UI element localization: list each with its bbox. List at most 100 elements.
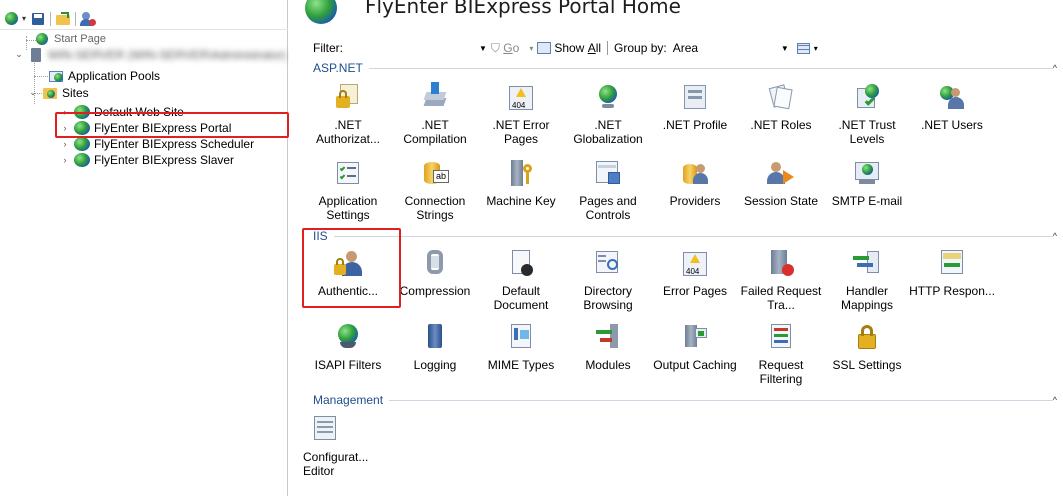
feature-label: .NET Users <box>921 118 983 132</box>
users-icon <box>936 82 968 114</box>
chevron-down-icon[interactable]: ⌄ <box>28 87 38 98</box>
feature-compression[interactable]: Compression <box>392 248 478 298</box>
tree-item-label: Application Pools <box>68 68 161 83</box>
feature-logging[interactable]: Logging <box>392 322 478 372</box>
feature-http-response-headers[interactable]: HTTP Respon... <box>909 248 995 298</box>
connect-globe-icon[interactable] <box>4 11 20 27</box>
feature-net-profile[interactable]: .NET Profile <box>652 82 738 132</box>
tree-item-site-selected[interactable]: › FlyEnter BIExpress Portal <box>60 119 231 136</box>
chevron-right-icon[interactable]: › <box>60 139 70 149</box>
chevron-up-icon[interactable]: ^ <box>1053 395 1057 405</box>
up-folder-icon[interactable] <box>55 11 71 27</box>
feature-failed-request-tracing[interactable]: Failed Request Tra... <box>738 248 824 312</box>
page-title: FlyEnter BIExpress Portal Home <box>365 0 681 18</box>
section-management-header[interactable]: Management ^ <box>313 392 1057 408</box>
feature-label: .NET Compilation <box>403 118 467 146</box>
feature-directory-browsing[interactable]: Directory Browsing <box>565 248 651 312</box>
feature-net-authorization[interactable]: .NET Authorizat... <box>305 82 391 146</box>
feature-label: .NET Roles <box>750 118 812 132</box>
feature-output-caching[interactable]: Output Caching <box>652 322 738 372</box>
feature-net-compilation[interactable]: .NET Compilation <box>392 82 478 146</box>
feature-net-globalization[interactable]: .NET Globalization <box>565 82 651 146</box>
feature-default-document[interactable]: Default Document <box>478 248 564 312</box>
group-by-value: Area <box>672 41 699 55</box>
show-all-label-rest: ll <box>595 41 602 55</box>
feature-isapi-filters[interactable]: ISAPI Filters <box>305 322 391 372</box>
globe-icon <box>592 82 624 114</box>
feature-net-users[interactable]: .NET Users <box>909 82 995 132</box>
tree-item-label: Sites <box>62 85 89 100</box>
show-all-button[interactable]: Show All <box>537 41 601 55</box>
feature-mime-types[interactable]: MIME Types <box>478 322 564 372</box>
feature-label: Session State <box>743 194 819 208</box>
profile-window-icon <box>679 82 711 114</box>
mime-types-icon <box>505 322 537 354</box>
chevron-up-icon[interactable]: ^ <box>1053 231 1057 241</box>
failed-request-icon <box>765 248 797 280</box>
feature-request-filtering[interactable]: Request Filtering <box>738 322 824 386</box>
tree-item-site[interactable]: › FlyEnter BIExpress Slaver <box>60 151 234 168</box>
tree-item-server[interactable]: ⌄ WIN-SERVER (WIN-SERVER\Administrator) <box>14 46 286 63</box>
pages-controls-icon <box>592 158 624 190</box>
chevron-down-icon[interactable]: ⌄ <box>14 49 24 60</box>
error-badge-text: 404 <box>686 267 700 276</box>
tree-item-start-page[interactable]: Start Page <box>30 30 106 47</box>
settings-list-icon <box>332 158 364 190</box>
go-button[interactable]: ⛉ Go <box>491 41 519 56</box>
chevron-up-icon[interactable]: ^ <box>1053 63 1057 73</box>
feature-session-state[interactable]: Session State <box>738 158 824 208</box>
chevron-down-icon[interactable]: ▾ <box>529 44 533 53</box>
tree-item-site[interactable]: › Default Web Site <box>60 103 184 120</box>
view-mode-button[interactable]: ▾ <box>796 42 822 54</box>
features-content: ASP.NET ^ .NET Authorizat... .NET Compil… <box>289 58 1063 496</box>
feature-smtp-email[interactable]: SMTP E-mail <box>824 158 910 208</box>
tree-item-site[interactable]: › FlyEnter BIExpress Scheduler <box>60 135 254 152</box>
feature-configuration-editor[interactable]: Configurat... Editor <box>303 414 377 478</box>
feature-label: .NET Trust Levels <box>838 118 896 146</box>
feature-ssl-settings[interactable]: SSL Settings <box>824 322 910 372</box>
feature-application-settings[interactable]: Application Settings <box>305 158 391 222</box>
roles-cards-icon <box>765 82 797 114</box>
tree-item-label: Start Page <box>54 32 106 45</box>
section-aspnet-header[interactable]: ASP.NET ^ <box>313 60 1057 76</box>
chevron-right-icon[interactable]: › <box>60 155 70 165</box>
chevron-right-icon[interactable]: › <box>60 123 70 133</box>
chevron-down-icon: ▼ <box>780 43 789 53</box>
feature-net-trust-levels[interactable]: .NET Trust Levels <box>824 82 910 146</box>
directory-browsing-icon <box>592 248 624 280</box>
authentication-lock-user-icon <box>332 248 364 280</box>
section-divider <box>389 399 1053 401</box>
tree-item-label: WIN-SERVER (WIN-SERVER\Administrator) <box>48 47 287 62</box>
output-caching-icon <box>679 322 711 354</box>
feature-net-error-pages[interactable]: 404 .NET Error Pages <box>478 82 564 146</box>
feature-providers[interactable]: Providers <box>652 158 738 208</box>
feature-handler-mappings[interactable]: Handler Mappings <box>824 248 910 312</box>
feature-modules[interactable]: Modules <box>565 322 651 372</box>
save-icon[interactable] <box>30 11 46 27</box>
chevron-right-icon[interactable]: › <box>60 107 70 117</box>
feature-connection-strings[interactable]: ab Connection Strings <box>392 158 478 222</box>
feature-label: .NET Globalization <box>573 118 643 146</box>
section-iis-header[interactable]: IIS ^ <box>313 228 1057 244</box>
filter-input[interactable] <box>349 39 475 57</box>
feature-pages-and-controls[interactable]: Pages and Controls <box>565 158 651 222</box>
group-by-select[interactable]: Area ▼ <box>673 41 793 55</box>
smtp-mail-icon <box>851 158 883 190</box>
feature-label: Configurat... Editor <box>303 450 369 478</box>
chevron-down-icon[interactable]: ▼ <box>479 44 487 53</box>
connection-database-icon: ab <box>419 158 451 190</box>
providers-icon <box>679 158 711 190</box>
error-badge-text: 404 <box>512 101 526 110</box>
chevron-down-icon[interactable]: ▾ <box>22 14 26 23</box>
site-globe-icon <box>74 121 90 135</box>
connections-users-icon[interactable] <box>80 11 97 27</box>
site-globe-icon <box>305 0 337 24</box>
feature-machine-key[interactable]: Machine Key <box>478 158 564 208</box>
feature-label: SSL Settings <box>832 358 902 372</box>
feature-error-pages[interactable]: 404 Error Pages <box>652 248 738 298</box>
feature-authentication[interactable]: Authentic... <box>305 248 391 298</box>
tree-item-application-pools[interactable]: Application Pools <box>44 67 160 84</box>
tree-item-sites[interactable]: ⌄ Sites <box>28 84 89 101</box>
filter-label: Filter: <box>313 41 343 55</box>
feature-net-roles[interactable]: .NET Roles <box>738 82 824 132</box>
